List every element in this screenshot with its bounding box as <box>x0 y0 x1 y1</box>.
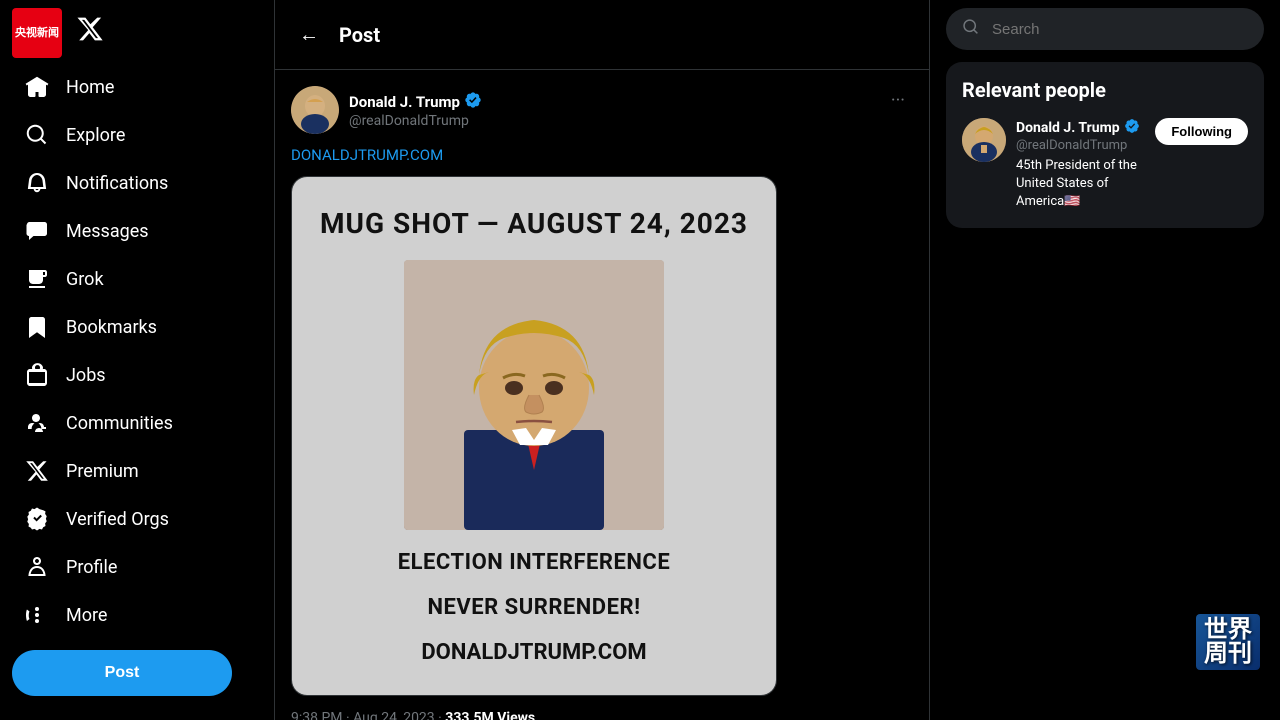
search-wrapper <box>946 8 1264 50</box>
mug-website-text: DONALDJTRUMP.COM <box>421 640 646 665</box>
author-info: Donald J. Trump @realDonaldTrump <box>349 91 482 129</box>
sidebar-item-messages[interactable]: Messages <box>12 208 262 254</box>
sidebar-item-label-premium: Premium <box>66 461 139 482</box>
sidebar-item-premium[interactable]: Premium <box>12 448 262 494</box>
home-icon <box>24 74 50 100</box>
sidebar-item-label-explore: Explore <box>66 125 125 146</box>
relevant-people-title: Relevant people <box>962 78 1248 102</box>
person-info: Donald J. Trump @realDonaldTrump 45th Pr… <box>1016 118 1145 212</box>
watermark-line2: 周刊 <box>1204 642 1252 666</box>
notifications-icon <box>24 170 50 196</box>
profile-icon <box>24 554 50 580</box>
right-sidebar: Relevant people Donald J. Trump <box>930 0 1280 720</box>
messages-icon <box>24 218 50 244</box>
search-icon <box>962 18 980 40</box>
author-handle: @realDonaldTrump <box>349 113 482 129</box>
sidebar-item-label-bookmarks: Bookmarks <box>66 317 157 338</box>
mug-shot-container: MUG SHOT — AUGUST 24, 2023 <box>292 177 776 695</box>
mug-election-text: ELECTION INTERFERENCE <box>398 550 670 575</box>
following-button[interactable]: Following <box>1155 118 1248 145</box>
cctv-logo: 央视 新闻 <box>12 8 62 58</box>
sidebar-item-label-profile: Profile <box>66 557 117 578</box>
main-content: ← Post <box>275 0 930 720</box>
sidebar-item-label-jobs: Jobs <box>66 365 106 386</box>
x-logo[interactable] <box>70 9 110 49</box>
jobs-icon <box>24 362 50 388</box>
sidebar-item-home[interactable]: Home <box>12 64 262 110</box>
sidebar-item-label-verified-orgs: Verified Orgs <box>66 509 169 530</box>
more-options-button[interactable]: ··· <box>883 86 913 115</box>
watermark-line1: 世界 <box>1204 618 1252 642</box>
sidebar-item-communities[interactable]: Communities <box>12 400 262 446</box>
sidebar-bottom: Post <box>12 642 262 712</box>
author-name: Donald J. Trump <box>349 91 482 113</box>
sidebar-item-label-messages: Messages <box>66 221 149 242</box>
sidebar-item-bookmarks[interactable]: Bookmarks <box>12 304 262 350</box>
sidebar-item-label-communities: Communities <box>66 413 173 434</box>
post-title: Post <box>339 23 380 47</box>
back-button[interactable]: ← <box>291 14 327 55</box>
tweet-views: 333.5M Views <box>445 710 535 720</box>
more-icon <box>24 602 50 628</box>
grok-icon <box>24 266 50 292</box>
search-input[interactable] <box>992 21 1248 38</box>
tweet-image-card: MUG SHOT — AUGUST 24, 2023 <box>291 176 777 696</box>
avatar <box>291 86 339 134</box>
mug-surrender-text: NEVER SURRENDER! <box>427 595 640 620</box>
watermark: 世界 周刊 <box>1196 614 1260 670</box>
left-sidebar: 央视 新闻 Home Explore Notifications <box>0 0 275 720</box>
sidebar-item-more[interactable]: More <box>12 592 262 638</box>
person-handle: @realDonaldTrump <box>1016 138 1145 153</box>
tweet-link[interactable]: DONALDJTRUMP.COM <box>291 146 913 164</box>
post-button[interactable]: Post <box>12 650 232 696</box>
communities-icon <box>24 410 50 436</box>
verified-badge <box>464 91 482 113</box>
tweet-meta: 9:38 PM · Aug 24, 2023 · 333.5M Views <box>291 710 913 720</box>
sidebar-item-label-notifications: Notifications <box>66 173 168 194</box>
post-header: ← Post <box>275 0 929 70</box>
person-verified-badge <box>1124 118 1140 138</box>
sidebar-item-profile[interactable]: Profile <box>12 544 262 590</box>
sidebar-item-label-grok: Grok <box>66 269 104 290</box>
sidebar-item-grok[interactable]: Grok <box>12 256 262 302</box>
person-avatar <box>962 118 1006 162</box>
person-row: Donald J. Trump @realDonaldTrump 45th Pr… <box>962 118 1248 212</box>
bookmarks-icon <box>24 314 50 340</box>
sidebar-item-label-home: Home <box>66 77 114 98</box>
sidebar-nav: Home Explore Notifications Messages Grok <box>12 62 262 640</box>
search-bar <box>946 0 1264 62</box>
tweet-timestamp: 9:38 PM · Aug 24, 2023 <box>291 710 435 720</box>
relevant-people-card: Relevant people Donald J. Trump <box>946 62 1264 228</box>
premium-icon <box>24 458 50 484</box>
mug-shot-title: MUG SHOT — AUGUST 24, 2023 <box>320 207 748 240</box>
tweet-author: Donald J. Trump @realDonaldTrump <box>291 86 482 134</box>
sidebar-item-notifications[interactable]: Notifications <box>12 160 262 206</box>
sidebar-item-jobs[interactable]: Jobs <box>12 352 262 398</box>
mug-shot-photo <box>404 260 664 530</box>
person-name: Donald J. Trump <box>1016 118 1145 138</box>
tweet-top: Donald J. Trump @realDonaldTrump ··· <box>291 86 913 134</box>
person-bio: 45th President of the United States of A… <box>1016 157 1145 212</box>
sidebar-item-label-more: More <box>66 605 107 626</box>
sidebar-item-explore[interactable]: Explore <box>12 112 262 158</box>
tweet-container: Donald J. Trump @realDonaldTrump ··· DON… <box>275 70 929 720</box>
explore-icon <box>24 122 50 148</box>
verified-orgs-icon <box>24 506 50 532</box>
sidebar-item-verified-orgs[interactable]: Verified Orgs <box>12 496 262 542</box>
